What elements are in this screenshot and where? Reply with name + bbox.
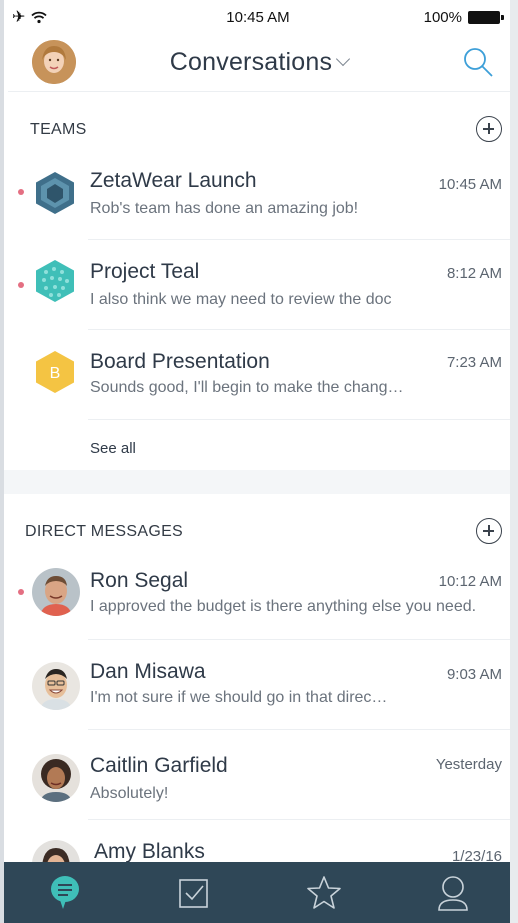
frame-edge xyxy=(0,0,4,923)
team-preview: I also think we may need to review the d… xyxy=(90,291,392,308)
avatar-portrait-icon xyxy=(32,568,80,616)
team-time: 7:23 AM xyxy=(446,354,502,371)
avatar-portrait-icon xyxy=(32,662,80,710)
message-row[interactable]: Caitlin Garfield Yesterday Absolutely! xyxy=(8,730,518,820)
team-row[interactable]: Project Teal 8:12 AM I also think we may… xyxy=(8,240,518,330)
unread-dot xyxy=(18,282,24,288)
message-preview: I approved the budget is there anything … xyxy=(90,598,477,615)
tab-favorites[interactable] xyxy=(259,862,389,923)
frame-edge xyxy=(510,0,518,923)
avatar xyxy=(32,662,80,710)
airplane-icon: ✈ xyxy=(12,9,26,26)
header: Conversations xyxy=(8,34,510,92)
team-row[interactable]: B Board Presentation 7:23 AM Sounds good… xyxy=(8,330,518,420)
message-preview: Absolutely! xyxy=(90,785,169,802)
hexagon-team-icon xyxy=(36,172,74,214)
search-icon[interactable] xyxy=(462,46,494,78)
message-row[interactable]: Dan Misawa 9:03 AM I'm not sure if we sh… xyxy=(8,640,518,730)
divider xyxy=(88,419,518,420)
tab-tasks[interactable] xyxy=(130,862,260,923)
contact-name: Caitlin Garfield xyxy=(90,754,228,777)
wifi-icon xyxy=(31,11,48,23)
teams-section-header: TEAMS xyxy=(8,110,510,150)
tab-profile[interactable] xyxy=(389,862,518,923)
direct-messages-section-header: DIRECT MESSAGES xyxy=(8,512,510,552)
team-row[interactable]: ZetaWear Launch 10:45 AM Rob's team has … xyxy=(8,150,518,240)
unread-dot xyxy=(18,589,24,595)
tab-conversations[interactable] xyxy=(0,862,130,923)
hexagon-team-icon xyxy=(36,260,74,302)
team-name: ZetaWear Launch xyxy=(90,169,257,192)
message-time: Yesterday xyxy=(435,756,502,773)
team-time: 10:45 AM xyxy=(438,176,502,193)
status-bar: ✈ 10:45 AM 100% xyxy=(8,0,508,34)
add-message-icon[interactable] xyxy=(476,518,502,544)
team-initial: B xyxy=(50,365,61,382)
page-title[interactable]: Conversations xyxy=(8,48,510,77)
add-team-icon[interactable] xyxy=(476,116,502,142)
message-time: 9:03 AM xyxy=(446,666,502,683)
star-icon xyxy=(306,875,341,909)
chat-bubble-icon xyxy=(50,875,79,909)
team-preview: Rob's team has done an amazing job! xyxy=(90,200,359,217)
battery-icon xyxy=(468,10,504,24)
conversations-screen: ✈ 10:45 AM 100% Conversations TEAMS Zeta… xyxy=(0,0,518,923)
message-time: 10:12 AM xyxy=(438,573,502,590)
team-preview: Sounds good, I'll begin to make the chan… xyxy=(90,379,404,396)
message-row[interactable]: Ron Segal 10:12 AM I approved the budget… xyxy=(8,550,518,640)
section-separator xyxy=(4,470,518,494)
message-preview: I'm not sure if we should go in that dir… xyxy=(90,689,388,706)
contact-name: Dan Misawa xyxy=(90,660,206,683)
team-time: 8:12 AM xyxy=(446,265,502,282)
chevron-down-icon xyxy=(336,51,351,67)
status-time: 10:45 AM xyxy=(226,8,290,26)
avatar xyxy=(32,568,80,616)
contact-name: Ron Segal xyxy=(90,569,189,592)
unread-dot xyxy=(18,189,24,195)
see-all-link[interactable]: See all xyxy=(90,440,136,457)
page-title-text: Conversations xyxy=(169,48,333,76)
battery-percent: 100% xyxy=(423,8,462,26)
teams-label: TEAMS xyxy=(30,121,87,138)
team-name: Project Teal xyxy=(90,260,200,283)
tab-bar xyxy=(0,862,518,923)
contact-name: Amy Blanks xyxy=(94,840,205,863)
profile-icon xyxy=(438,875,469,911)
avatar xyxy=(32,754,80,802)
hexagon-team-icon: B xyxy=(36,351,74,393)
direct-messages-label: DIRECT MESSAGES xyxy=(25,523,184,540)
avatar-portrait-icon xyxy=(32,754,80,802)
team-name: Board Presentation xyxy=(90,350,270,373)
checkbox-icon xyxy=(179,878,209,908)
